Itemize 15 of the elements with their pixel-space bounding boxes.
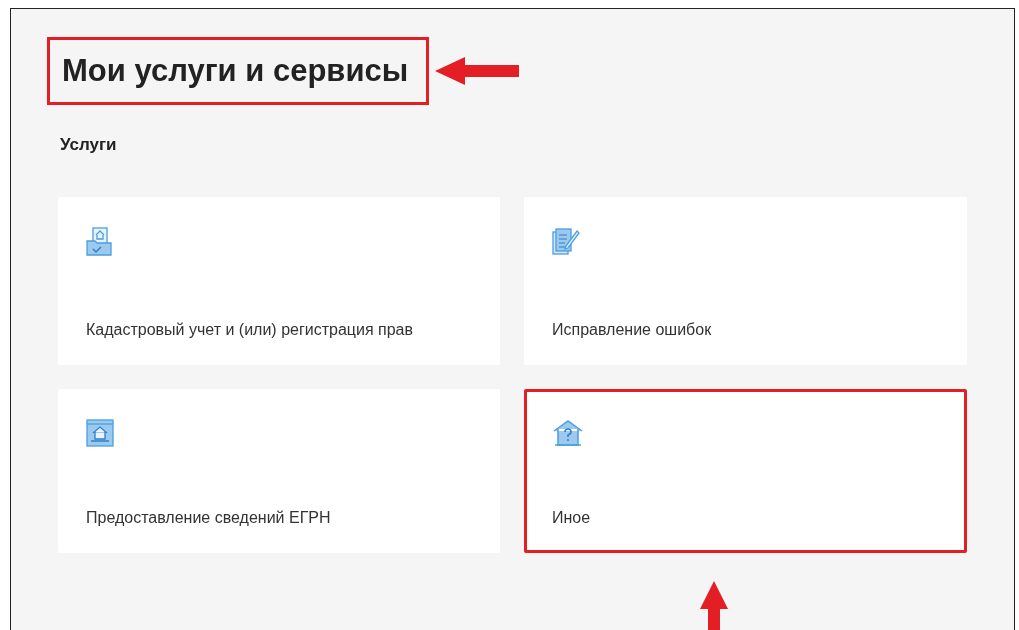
folder-icon bbox=[86, 227, 112, 257]
document-pencil-icon bbox=[552, 227, 580, 257]
house-question-icon bbox=[552, 419, 584, 447]
service-card[interactable]: Исправление ошибок bbox=[524, 197, 967, 365]
house-window-icon bbox=[86, 419, 114, 447]
card-label: Исправление ошибок bbox=[552, 320, 713, 340]
card-label: Иное bbox=[552, 508, 592, 528]
service-card[interactable]: Предоставление сведений ЕГРН bbox=[58, 389, 500, 553]
service-card[interactable]: Кадастровый учет и (или) регистрация прав bbox=[58, 197, 500, 365]
card-label: Предоставление сведений ЕГРН bbox=[86, 508, 332, 528]
service-card[interactable]: Иное bbox=[524, 389, 967, 553]
page-heading: Мои услуги и сервисы bbox=[47, 37, 429, 105]
pointer-arrow bbox=[699, 581, 729, 630]
card-label: Кадастровый учет и (или) регистрация прав bbox=[86, 320, 414, 340]
section-title: Услуги bbox=[60, 135, 118, 155]
